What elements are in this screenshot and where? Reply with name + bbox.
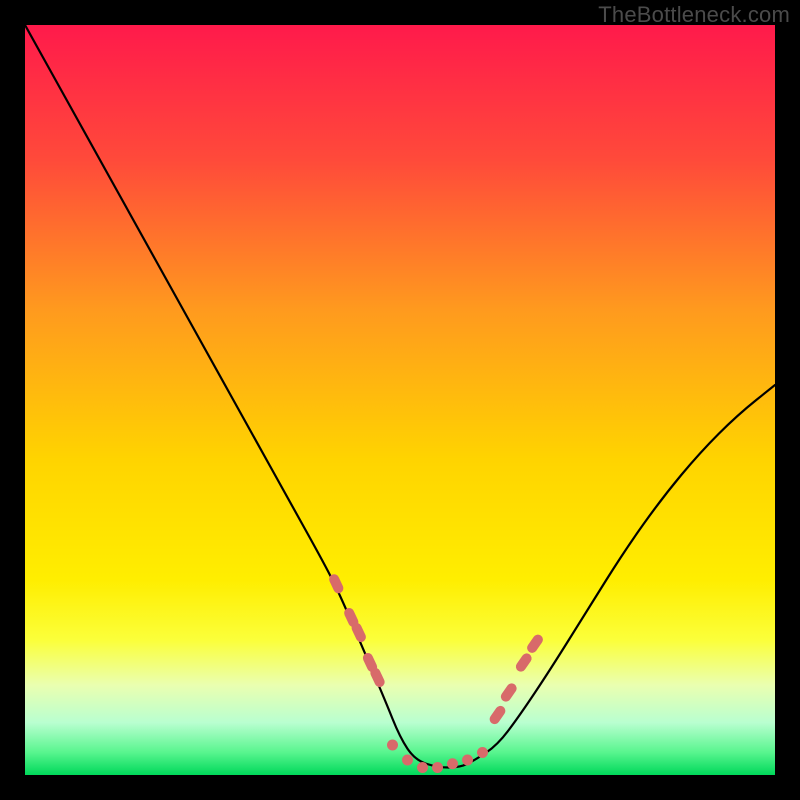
curve-marker [432, 762, 443, 773]
curve-marker [477, 747, 488, 758]
curve-marker [462, 755, 473, 766]
curve-marker [387, 740, 398, 751]
gradient-background [25, 25, 775, 775]
chart-svg [25, 25, 775, 775]
plot-area [25, 25, 775, 775]
curve-marker [402, 755, 413, 766]
watermark-text: TheBottleneck.com [598, 2, 790, 28]
chart-stage: TheBottleneck.com [0, 0, 800, 800]
curve-marker [447, 758, 458, 769]
curve-marker [417, 762, 428, 773]
